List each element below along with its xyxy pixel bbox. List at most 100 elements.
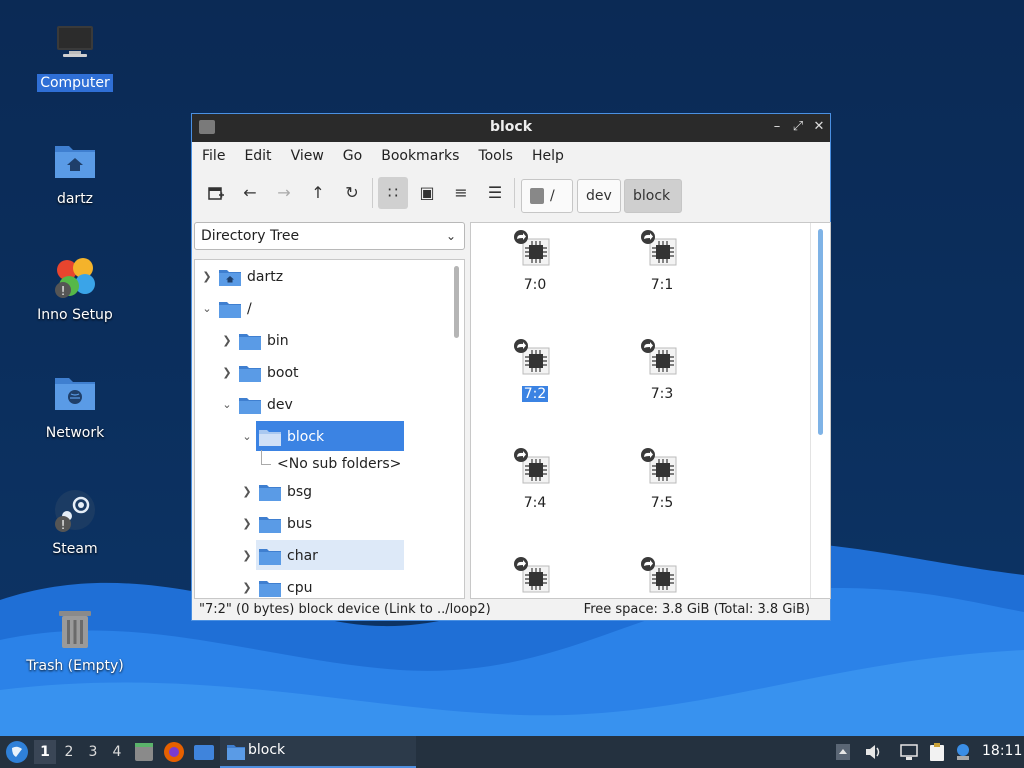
- side-pane-mode-select[interactable]: Directory Tree ⌄: [194, 222, 465, 250]
- reload-icon[interactable]: ↻: [337, 177, 367, 209]
- folder-icon: [259, 485, 281, 501]
- expander-arrow-icon[interactable]: ❯: [221, 359, 233, 387]
- desktop-icon-label: Computer: [37, 74, 113, 92]
- tree-item-label: bus: [287, 516, 313, 532]
- expander-arrow-icon[interactable]: ❯: [241, 478, 253, 506]
- tree-item-label: boot: [267, 365, 299, 381]
- folder-icon: [239, 366, 261, 382]
- close-button[interactable]: ✕: [810, 118, 828, 136]
- detailed-view-icon[interactable]: ☰: [480, 177, 510, 209]
- scroll-gutter: [810, 223, 811, 598]
- expander-arrow-icon[interactable]: ❯: [241, 574, 253, 598]
- tree-item-block[interactable]: ⌄ block: [195, 423, 455, 451]
- expander-arrow-icon[interactable]: ❯: [201, 263, 213, 291]
- expander-arrow-icon[interactable]: ❯: [221, 327, 233, 355]
- folder-icon: [219, 302, 241, 318]
- expander-arrow-icon[interactable]: ❯: [241, 510, 253, 538]
- home-folder-icon: [51, 138, 99, 186]
- desktop-icon-network[interactable]: Network: [15, 372, 135, 442]
- desktop-icon-trash[interactable]: Trash (Empty): [15, 605, 135, 675]
- path-button-block[interactable]: block: [624, 179, 682, 213]
- file-manager-launcher-icon[interactable]: [135, 743, 153, 761]
- desktop-icon-home[interactable]: dartz: [15, 138, 135, 208]
- file-item[interactable]: 7:1: [612, 229, 712, 293]
- icon-view-icon[interactable]: ∷: [378, 177, 408, 209]
- block-device-icon: [641, 230, 677, 266]
- folder-icon: [227, 745, 245, 760]
- directory-tree[interactable]: ❯ dartz ⌄ / ❯ bin ❯ boot ⌄ dev ⌄ block <…: [194, 259, 465, 599]
- desktop-icon-inno-setup[interactable]: ! Inno Setup: [15, 254, 135, 324]
- file-item-label: 7:1: [650, 277, 674, 293]
- desktop-icon-steam[interactable]: ! Steam: [15, 488, 135, 558]
- expander-arrow-icon[interactable]: ⌄: [241, 423, 253, 451]
- application-menu-icon[interactable]: [6, 741, 28, 763]
- update-notifier-icon[interactable]: [953, 742, 973, 762]
- desktop-icon-label: Trash (Empty): [26, 658, 124, 674]
- up-arrow-icon[interactable]: ↑: [303, 177, 333, 209]
- expander-arrow-icon[interactable]: ❯: [241, 542, 253, 570]
- taskbar-window-label: block: [248, 742, 286, 758]
- tree-item-dartz[interactable]: ❯ dartz: [195, 263, 455, 291]
- network-icon[interactable]: [899, 742, 919, 762]
- menu-view[interactable]: View: [281, 142, 333, 164]
- workspace-3[interactable]: 3: [82, 740, 104, 764]
- folder-icon: [239, 398, 261, 414]
- tree-item-bsg[interactable]: ❯ bsg: [195, 478, 455, 506]
- tree-guide-line: [261, 450, 262, 464]
- volume-icon[interactable]: [863, 742, 883, 762]
- menu-tools[interactable]: Tools: [468, 142, 522, 164]
- tree-item-cpu[interactable]: ❯ cpu: [195, 574, 455, 598]
- tree-item-bin[interactable]: ❯ bin: [195, 327, 455, 355]
- menu-file[interactable]: File: [192, 142, 234, 164]
- menu-help[interactable]: Help: [522, 142, 573, 164]
- file-item[interactable]: [485, 556, 585, 598]
- file-view[interactable]: 7:0 7:1 7:2 7:3 7:4 7:5: [470, 222, 831, 599]
- workspace-4[interactable]: 4: [106, 740, 128, 764]
- path-button-root[interactable]: /: [521, 179, 573, 213]
- workspace-1[interactable]: 1: [34, 740, 56, 764]
- tree-item-boot[interactable]: ❯ boot: [195, 359, 455, 387]
- folder-icon: [259, 549, 281, 565]
- block-device-icon: [514, 557, 550, 593]
- drive-icon: [530, 188, 544, 204]
- tree-item-dev[interactable]: ⌄ dev: [195, 391, 455, 419]
- taskbar-window-button[interactable]: block: [220, 736, 416, 768]
- block-device-icon: [514, 339, 550, 375]
- tree-item-no-subfolders: <No sub folders>: [195, 450, 455, 478]
- desktop-icon-label: Steam: [52, 541, 98, 557]
- show-desktop-icon[interactable]: [194, 745, 214, 760]
- back-arrow-icon[interactable]: ←: [235, 177, 265, 209]
- clipboard-icon[interactable]: [927, 742, 947, 762]
- tray-arrow-icon[interactable]: [835, 742, 855, 762]
- file-item[interactable]: 7:5: [612, 447, 712, 511]
- minimize-button[interactable]: –: [768, 118, 786, 136]
- new-tab-icon[interactable]: [201, 177, 231, 209]
- desktop-icon-computer[interactable]: Computer: [15, 22, 135, 92]
- menu-go[interactable]: Go: [333, 142, 371, 164]
- forward-arrow-icon[interactable]: →: [269, 177, 299, 209]
- tree-item-bus[interactable]: ❯ bus: [195, 510, 455, 538]
- firefox-icon[interactable]: [164, 742, 184, 762]
- tree-scrollbar[interactable]: [454, 266, 459, 338]
- file-item[interactable]: [612, 556, 712, 598]
- file-item[interactable]: 7:3: [612, 338, 712, 402]
- expander-arrow-icon[interactable]: ⌄: [201, 295, 213, 323]
- path-button-dev[interactable]: dev: [577, 179, 621, 213]
- file-item[interactable]: 7:0: [485, 229, 585, 293]
- compact-view-icon[interactable]: ≡: [446, 177, 476, 209]
- workspace-2[interactable]: 2: [58, 740, 80, 764]
- maximize-button[interactable]: ⤢: [789, 118, 807, 136]
- menu-edit[interactable]: Edit: [234, 142, 280, 164]
- file-manager-window: block – ⤢ ✕ File Edit View Go Bookmarks Tools…: [191, 113, 831, 621]
- file-item[interactable]: 7:4: [485, 447, 585, 511]
- thumbnail-view-icon[interactable]: ▣: [412, 177, 442, 209]
- file-view-scrollbar[interactable]: [818, 229, 823, 435]
- expander-arrow-icon[interactable]: ⌄: [221, 391, 233, 419]
- tree-item-label: bin: [267, 333, 289, 349]
- menu-bookmarks[interactable]: Bookmarks: [371, 142, 468, 164]
- tree-item-char[interactable]: ❯ char: [195, 542, 455, 570]
- tree-item-root[interactable]: ⌄ /: [195, 295, 455, 323]
- title-bar[interactable]: block – ⤢ ✕: [192, 114, 830, 142]
- file-item[interactable]: 7:2: [485, 338, 585, 402]
- trash-icon: [51, 605, 99, 653]
